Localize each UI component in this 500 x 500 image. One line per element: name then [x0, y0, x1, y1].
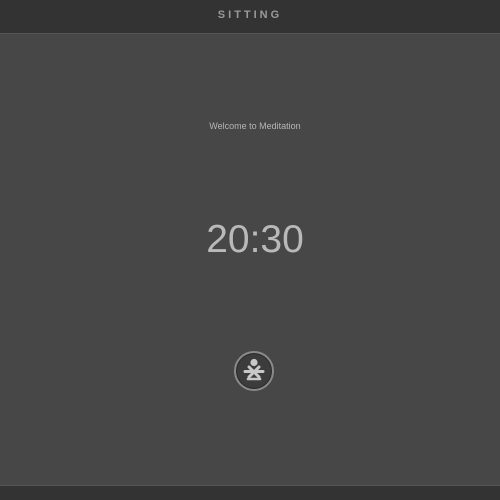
app-title: SITTING: [217, 9, 283, 21]
welcome-message: Welcome to Meditation: [209, 121, 301, 131]
meditation-app: SITTING Welcome to Meditation 20:30: [0, 0, 500, 500]
header-bar: SITTING: [0, 0, 500, 34]
timer-display: 20:30: [206, 218, 304, 261]
meditation-figure-icon: [243, 358, 265, 381]
footer-bar: [0, 485, 500, 500]
start-meditation-button[interactable]: [234, 351, 274, 391]
